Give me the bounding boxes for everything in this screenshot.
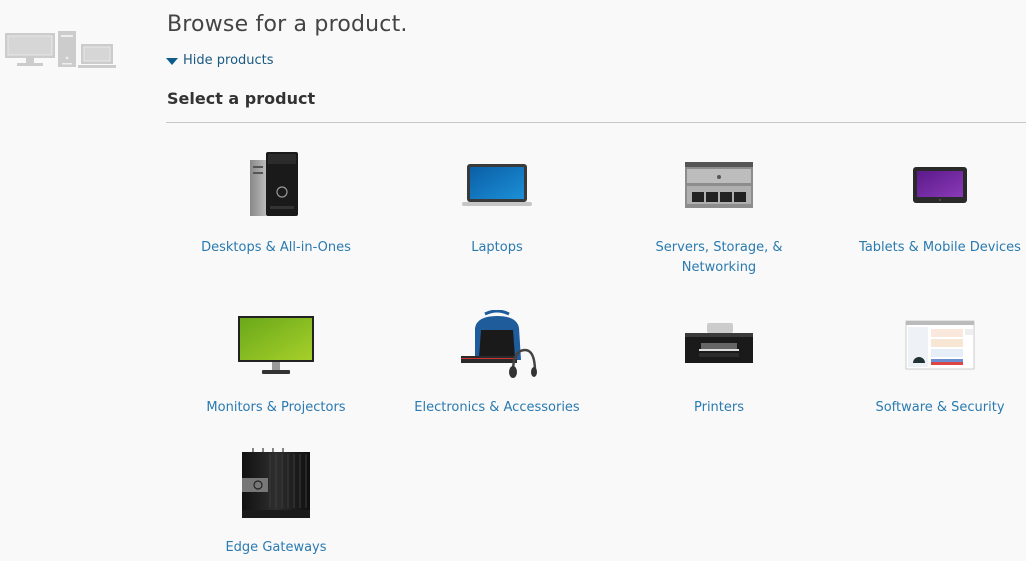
product-tile-laptops[interactable]: Laptops [386, 140, 608, 258]
product-label[interactable]: Monitors & Projectors [165, 398, 387, 418]
divider [166, 122, 1026, 123]
monitor-image [238, 316, 314, 374]
hide-products-label: Hide products [183, 53, 274, 68]
product-label[interactable]: Printers [608, 398, 830, 418]
product-tile-tablets[interactable]: Tablets & Mobile Devices [829, 140, 1026, 258]
product-tile-edge-gateways[interactable]: Edge Gateways [165, 440, 387, 558]
server-rack-image [685, 162, 753, 208]
edge-gateway-image [242, 448, 310, 518]
section-title: Select a product [167, 89, 316, 108]
product-tile-monitors[interactable]: Monitors & Projectors [165, 300, 387, 418]
page-title: Browse for a product. [167, 12, 408, 37]
product-label[interactable]: Desktops & All-in-Ones [165, 238, 387, 258]
caret-down-icon [166, 57, 178, 65]
desktop-tower-image [250, 152, 298, 216]
product-tile-electronics[interactable]: Electronics & Accessories [386, 300, 608, 418]
tablet-image [913, 167, 967, 203]
product-tile-software[interactable]: Software & Security [829, 300, 1026, 418]
printer-image [685, 323, 753, 363]
laptop-image [462, 164, 532, 206]
product-label[interactable]: Edge Gateways [165, 538, 387, 558]
software-screenshot-image [905, 320, 975, 370]
product-label[interactable]: Servers, Storage, & Networking [608, 238, 830, 278]
product-tile-printers[interactable]: Printers [608, 300, 830, 418]
product-label[interactable]: Laptops [386, 238, 608, 258]
bag-headphones-image [461, 310, 537, 378]
desktop-tower-laptop-icon [5, 31, 116, 68]
product-label[interactable]: Electronics & Accessories [386, 398, 608, 418]
hide-products-toggle[interactable]: Hide products [166, 53, 274, 68]
product-label[interactable]: Software & Security [829, 398, 1026, 418]
product-tile-desktops[interactable]: Desktops & All-in-Ones [165, 140, 387, 258]
product-label[interactable]: Tablets & Mobile Devices [829, 238, 1026, 258]
product-tile-servers[interactable]: Servers, Storage, & Networking [608, 140, 830, 278]
